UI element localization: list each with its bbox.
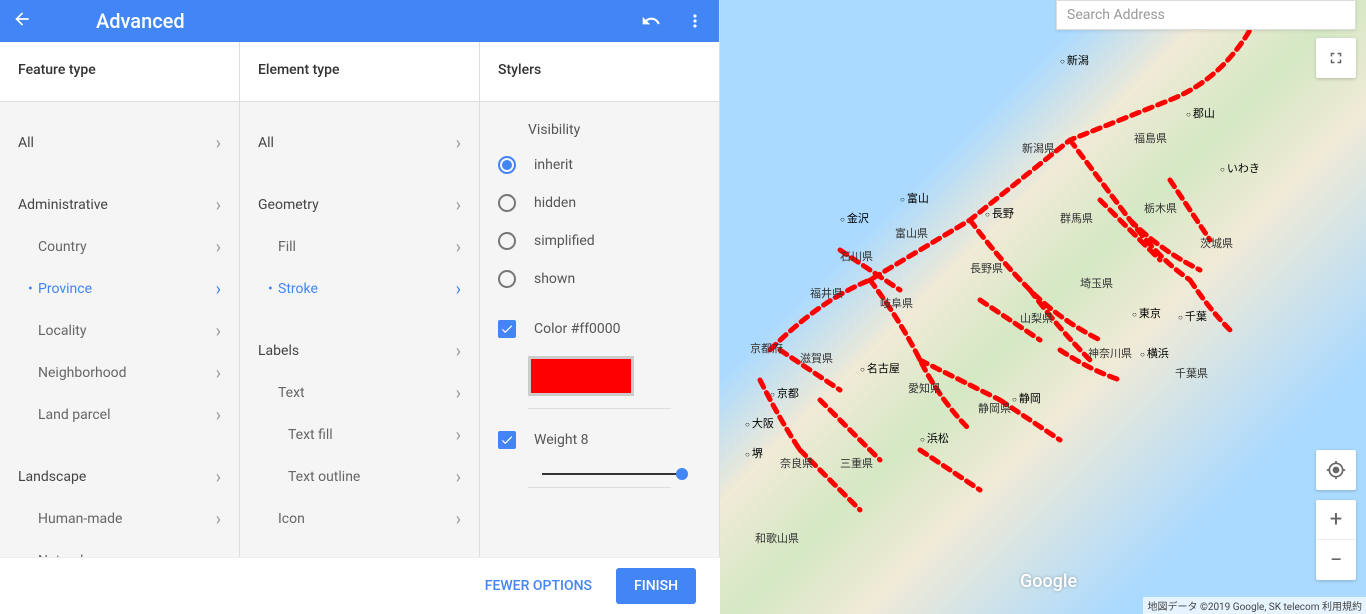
search-input[interactable]: Search Address	[1056, 0, 1356, 30]
map-label: 福井県	[810, 285, 843, 301]
map-label: 富山	[900, 190, 929, 206]
google-logo: Google	[1020, 571, 1077, 592]
feature-neighborhood[interactable]: Neighborhood›	[0, 352, 239, 394]
map-label: 茨城県	[1200, 235, 1233, 251]
map-label: 福島県	[1134, 130, 1167, 146]
element-text-outline[interactable]: Text outline›	[240, 456, 479, 498]
undo-button[interactable]	[639, 9, 663, 33]
feature-natural[interactable]: Natural›	[0, 540, 239, 557]
element-stroke[interactable]: Stroke›	[240, 268, 479, 310]
map-label: 新潟県	[1022, 140, 1055, 156]
map-label: 埼玉県	[1080, 275, 1113, 291]
feature-type-header: Feature type	[0, 42, 239, 102]
map-label: 山梨県	[1020, 310, 1053, 326]
element-icon[interactable]: Icon›	[240, 498, 479, 540]
map-label: 金沢	[840, 210, 869, 226]
map-label: 東京	[1132, 305, 1161, 321]
toolbar: Advanced	[0, 0, 719, 42]
map-label: 栃木県	[1144, 200, 1177, 216]
more-button[interactable]	[683, 9, 707, 33]
my-location-button[interactable]	[1316, 450, 1356, 490]
map-label: 新潟	[1060, 52, 1089, 68]
map-label: 静岡	[1012, 390, 1041, 406]
map-label: 千葉	[1178, 308, 1207, 324]
weight-toggle[interactable]: Weight 8	[480, 421, 719, 459]
zoom-out-button[interactable]: −	[1316, 540, 1356, 580]
fewer-options-button[interactable]: Fewer Options	[469, 568, 608, 604]
finish-button[interactable]: Finish	[616, 568, 696, 604]
color-swatch[interactable]	[528, 356, 634, 396]
element-text[interactable]: Text›	[240, 372, 479, 414]
element-all[interactable]: All›	[240, 122, 479, 164]
map-label: 石川県	[840, 248, 873, 264]
map-label: 長野	[985, 205, 1014, 221]
visibility-inherit[interactable]: inherit	[480, 146, 719, 184]
feature-country[interactable]: Country›	[0, 226, 239, 268]
map-label: 奈良県	[780, 455, 813, 471]
weight-slider[interactable]	[542, 473, 682, 475]
map-attribution: 地図データ ©2019 Google, SK telecom 利用規約	[1143, 597, 1366, 614]
zoom-in-button[interactable]: +	[1316, 500, 1356, 540]
map-label: 滋賀県	[800, 350, 833, 366]
feature-locality[interactable]: Locality›	[0, 310, 239, 352]
map-label: いわき	[1220, 160, 1260, 176]
map-label: 大阪	[745, 415, 774, 431]
map-label: 静岡県	[978, 400, 1011, 416]
map-label: 郡山	[1186, 105, 1215, 121]
element-text-fill[interactable]: Text fill›	[240, 414, 479, 456]
map-label: 群馬県	[1060, 210, 1093, 226]
feature-all[interactable]: All›	[0, 122, 239, 164]
map-label: 名古屋	[860, 360, 900, 376]
map-label: 和歌山県	[755, 530, 799, 546]
footer: Fewer Options Finish	[0, 557, 720, 614]
zoom-control: + −	[1316, 500, 1356, 580]
map-label: 横浜	[1140, 345, 1169, 361]
map-label: 京都府	[750, 340, 783, 356]
map-label: 富山県	[895, 225, 928, 241]
stylers-header: Stylers	[480, 42, 719, 102]
back-button[interactable]	[12, 9, 36, 33]
map-label: 千葉県	[1175, 365, 1208, 381]
visibility-shown[interactable]: shown	[480, 260, 719, 298]
feature-human-made[interactable]: Human-made›	[0, 498, 239, 540]
feature-province[interactable]: Province›	[0, 268, 239, 310]
map-label: 岐阜県	[880, 295, 913, 311]
map-label: 神奈川県	[1088, 345, 1132, 361]
feature-land-parcel[interactable]: Land parcel›	[0, 394, 239, 436]
element-type-header: Element type	[240, 42, 479, 102]
visibility-hidden[interactable]: hidden	[480, 184, 719, 222]
map-canvas[interactable]: 新潟福島県 郡山新潟県いわき栃木県 富山長野 群馬県茨城県 金沢富山県石川県長野県埼玉県…	[720, 0, 1366, 614]
map-label: 京都	[770, 385, 799, 401]
fullscreen-button[interactable]	[1316, 38, 1356, 78]
map-label: 堺	[745, 445, 763, 461]
map-label: 浜松	[920, 430, 949, 446]
map-label: 三重県	[840, 455, 873, 471]
feature-landscape[interactable]: Landscape›	[0, 456, 239, 498]
visibility-label: Visibility	[480, 114, 719, 146]
map-label: 長野県	[970, 260, 1003, 276]
element-geometry[interactable]: Geometry›	[240, 184, 479, 226]
visibility-simplified[interactable]: simplified	[480, 222, 719, 260]
element-labels[interactable]: Labels›	[240, 330, 479, 372]
page-title: Advanced	[96, 9, 185, 33]
feature-administrative[interactable]: Administrative›	[0, 184, 239, 226]
color-toggle[interactable]: Color #ff0000	[480, 310, 719, 348]
element-fill[interactable]: Fill›	[240, 226, 479, 268]
map-boundaries	[720, 0, 1366, 614]
map-label: 愛知県	[908, 380, 941, 396]
